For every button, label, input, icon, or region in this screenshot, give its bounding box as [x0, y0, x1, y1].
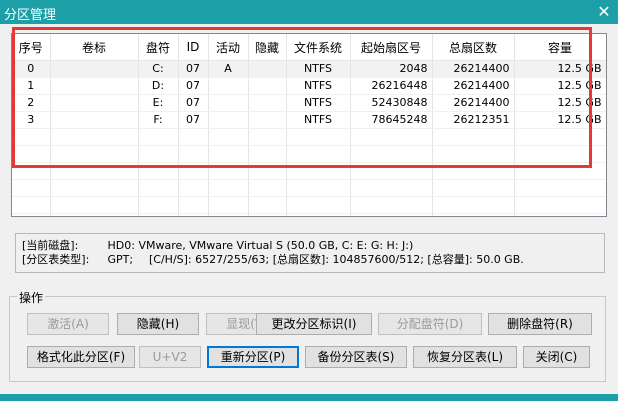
empty-row	[12, 128, 606, 146]
cell-capacity: 12.5 GB	[514, 77, 606, 95]
table-row[interactable]: 2 E: 07 NTFS 52430848 26214400 12.5 GB	[12, 94, 606, 112]
format-partition-button[interactable]: 格式化此分区(F)	[27, 346, 135, 368]
cell-hidden	[248, 60, 287, 78]
table-row[interactable]: 0 C: 07 A NTFS 2048 26214400 12.5 GB	[12, 60, 606, 78]
restore-table-button[interactable]: 恢复分区表(L)	[413, 346, 517, 368]
title-bar: 分区管理 ✕	[0, 0, 618, 24]
window-title: 分区管理	[4, 8, 57, 23]
cell-hidden	[248, 94, 287, 112]
cell-index: 0	[12, 60, 51, 78]
empty-row	[12, 145, 606, 163]
remove-drive-button[interactable]: 删除盘符(R)	[488, 313, 592, 335]
header-drive[interactable]: 盘符	[138, 34, 179, 61]
cell-capacity: 12.5 GB	[514, 111, 606, 129]
cell-filesystem: NTFS	[286, 77, 351, 95]
header-label[interactable]: 卷标	[50, 34, 139, 61]
cell-active	[208, 77, 249, 95]
cell-hidden	[248, 77, 287, 95]
current-disk-label: [当前磁盘]:	[22, 239, 79, 252]
cell-id: 07	[178, 111, 209, 129]
cell-id: 07	[178, 94, 209, 112]
cell-start-sector: 2048	[350, 60, 433, 78]
table-row[interactable]: 3 F: 07 NTFS 78645248 26212351 12.5 GB	[12, 111, 606, 129]
bottom-border	[0, 394, 618, 401]
partition-table: 序号 卷标 盘符 ID 活动 隐藏 文件系统 起始扇区号 总扇区数 容量 0 C…	[11, 33, 607, 217]
cell-index: 2	[12, 94, 51, 112]
current-disk-value: HD0: VMware, VMware Virtual S (50.0 GB, …	[107, 239, 414, 252]
hide-button[interactable]: 隐藏(H)	[117, 313, 199, 335]
empty-row	[12, 179, 606, 197]
cell-total-sectors: 26212351	[432, 111, 515, 129]
cell-active: A	[208, 60, 249, 78]
cell-label	[50, 111, 139, 129]
header-start-sector[interactable]: 起始扇区号	[350, 34, 433, 61]
repartition-button[interactable]: 重新分区(P)	[207, 346, 299, 368]
cell-label	[50, 60, 139, 78]
cell-start-sector: 78645248	[350, 111, 433, 129]
operations-title: 操作	[17, 289, 46, 306]
header-active[interactable]: 活动	[208, 34, 249, 61]
cell-drive: E:	[138, 94, 179, 112]
cell-capacity: 12.5 GB	[514, 94, 606, 112]
cell-filesystem: NTFS	[286, 60, 351, 78]
header-total-sectors[interactable]: 总扇区数	[432, 34, 515, 61]
empty-row	[12, 162, 606, 180]
cell-id: 07	[178, 60, 209, 78]
disk-geometry-value: [C/H/S]: 6527/255/63; [总扇区数]: 104857600/…	[149, 253, 524, 266]
cell-index: 3	[12, 111, 51, 129]
cell-id: 07	[178, 77, 209, 95]
cell-total-sectors: 26214400	[432, 77, 515, 95]
backup-table-button[interactable]: 备份分区表(S)	[305, 346, 407, 368]
header-capacity[interactable]: 容量	[514, 34, 606, 61]
empty-row	[12, 196, 606, 214]
current-disk-line: [当前磁盘]: HD0: VMware, VMware Virtual S (5…	[22, 239, 598, 253]
cell-filesystem: NTFS	[286, 111, 351, 129]
partition-type-line: [分区表类型]: GPT; [C/H/S]: 6527/255/63; [总扇区…	[22, 253, 598, 267]
partition-type-value: GPT;	[107, 253, 134, 266]
cell-drive: D:	[138, 77, 179, 95]
header-filesystem[interactable]: 文件系统	[286, 34, 351, 61]
cell-start-sector: 26216448	[350, 77, 433, 95]
cell-hidden	[248, 111, 287, 129]
header-hidden[interactable]: 隐藏	[248, 34, 287, 61]
uv2-button[interactable]: U+V2	[139, 346, 201, 368]
cell-label	[50, 94, 139, 112]
operations-group	[9, 296, 606, 382]
cell-active	[208, 111, 249, 129]
cell-total-sectors: 26214400	[432, 60, 515, 78]
disk-info-panel: [当前磁盘]: HD0: VMware, VMware Virtual S (5…	[15, 233, 605, 273]
cell-label	[50, 77, 139, 95]
table-header-row: 序号 卷标 盘符 ID 活动 隐藏 文件系统 起始扇区号 总扇区数 容量	[12, 34, 606, 61]
cell-drive: F:	[138, 111, 179, 129]
cell-total-sectors: 26214400	[432, 94, 515, 112]
activate-button[interactable]: 激活(A)	[27, 313, 109, 335]
header-id[interactable]: ID	[178, 34, 209, 61]
change-id-button[interactable]: 更改分区标识(I)	[256, 313, 372, 335]
empty-row	[12, 213, 606, 216]
assign-drive-button[interactable]: 分配盘符(D)	[378, 313, 482, 335]
cell-drive: C:	[138, 60, 179, 78]
partition-type-label: [分区表类型]:	[22, 253, 90, 266]
close-button[interactable]: 关闭(C)	[523, 346, 590, 368]
cell-filesystem: NTFS	[286, 94, 351, 112]
cell-index: 1	[12, 77, 51, 95]
cell-active	[208, 94, 249, 112]
close-icon[interactable]: ✕	[590, 0, 618, 24]
cell-capacity: 12.5 GB	[514, 60, 606, 78]
table-row[interactable]: 1 D: 07 NTFS 26216448 26214400 12.5 GB	[12, 77, 606, 95]
cell-start-sector: 52430848	[350, 94, 433, 112]
header-index[interactable]: 序号	[12, 34, 51, 61]
